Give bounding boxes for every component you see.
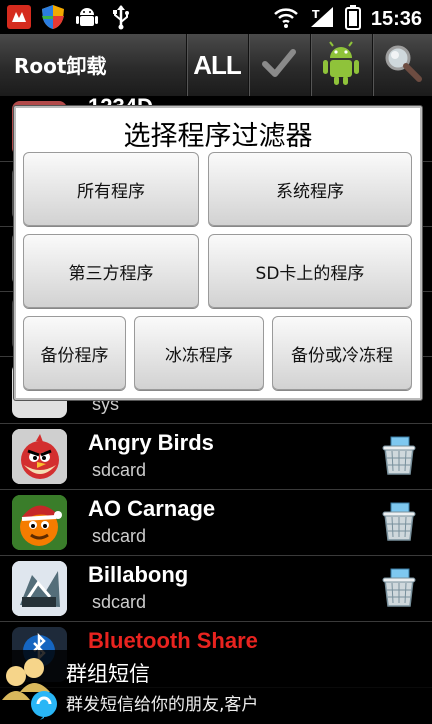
android-filter-button[interactable] xyxy=(310,34,371,96)
ad-subtitle: 群发短信给你的朋友,客户 xyxy=(66,695,259,715)
svg-text:T: T xyxy=(312,8,320,21)
list-item[interactable]: Billabong sdcard xyxy=(0,556,432,622)
android-debug-icon xyxy=(74,4,100,30)
app-name: Billabong xyxy=(88,562,189,587)
status-time: 15:36 xyxy=(370,7,422,30)
search-button[interactable] xyxy=(372,34,432,96)
ad-banner[interactable]: 群组短信 群发短信给你的朋友,客户 xyxy=(0,650,432,720)
app-title: Root卸载 xyxy=(14,54,107,78)
dialog-title: 选择程序过滤器 xyxy=(123,121,313,152)
app-notification-icon xyxy=(6,4,32,30)
app-location: sdcard xyxy=(92,526,147,546)
search-icon xyxy=(383,43,423,87)
filter-all-button[interactable]: ALL xyxy=(186,34,247,96)
ad-title: 群组短信 xyxy=(66,662,150,686)
title-bar: Root卸载 ALL xyxy=(0,34,432,97)
checkmark-icon xyxy=(262,48,296,82)
filter-dialog: 选择程序过滤器 所有程序 系统程序 第三方程序 SD卡上的程序 备份程序 冰冻程… xyxy=(14,106,422,400)
android-icon xyxy=(321,40,361,90)
filter-sd-card-button[interactable]: SD卡上的程序 xyxy=(208,234,412,308)
trash-icon[interactable] xyxy=(382,568,416,608)
billabong-icon xyxy=(12,561,67,616)
group-sms-icon xyxy=(0,654,64,724)
ao-carnage-icon xyxy=(12,495,67,550)
app-name: Angry Birds xyxy=(88,430,214,455)
filter-all-apps-button[interactable]: 所有程序 xyxy=(23,152,199,226)
list-item[interactable]: AO Carnage sdcard xyxy=(0,490,432,556)
select-button[interactable] xyxy=(248,34,309,96)
filter-third-party-button[interactable]: 第三方程序 xyxy=(23,234,199,308)
list-item[interactable]: Angry Birds sdcard xyxy=(0,424,432,490)
app-name: AO Carnage xyxy=(88,496,216,521)
signal-icon: T xyxy=(309,5,335,33)
battery-icon xyxy=(344,4,361,34)
usb-icon xyxy=(108,4,134,30)
trash-icon[interactable] xyxy=(382,436,416,476)
app-location: sdcard xyxy=(92,460,147,480)
status-bar: T 15:36 xyxy=(0,0,432,34)
trash-icon[interactable] xyxy=(382,502,416,542)
filter-backup-or-frozen-button[interactable]: 备份或冷冻程 xyxy=(272,316,412,390)
filter-system-apps-button[interactable]: 系统程序 xyxy=(208,152,412,226)
filter-backup-button[interactable]: 备份程序 xyxy=(23,316,126,390)
filter-frozen-button[interactable]: 冰冻程序 xyxy=(134,316,264,390)
shield-icon xyxy=(40,4,66,30)
app-location: sdcard xyxy=(92,592,147,612)
wifi-icon xyxy=(273,5,299,33)
angry-bird-icon xyxy=(12,429,67,484)
